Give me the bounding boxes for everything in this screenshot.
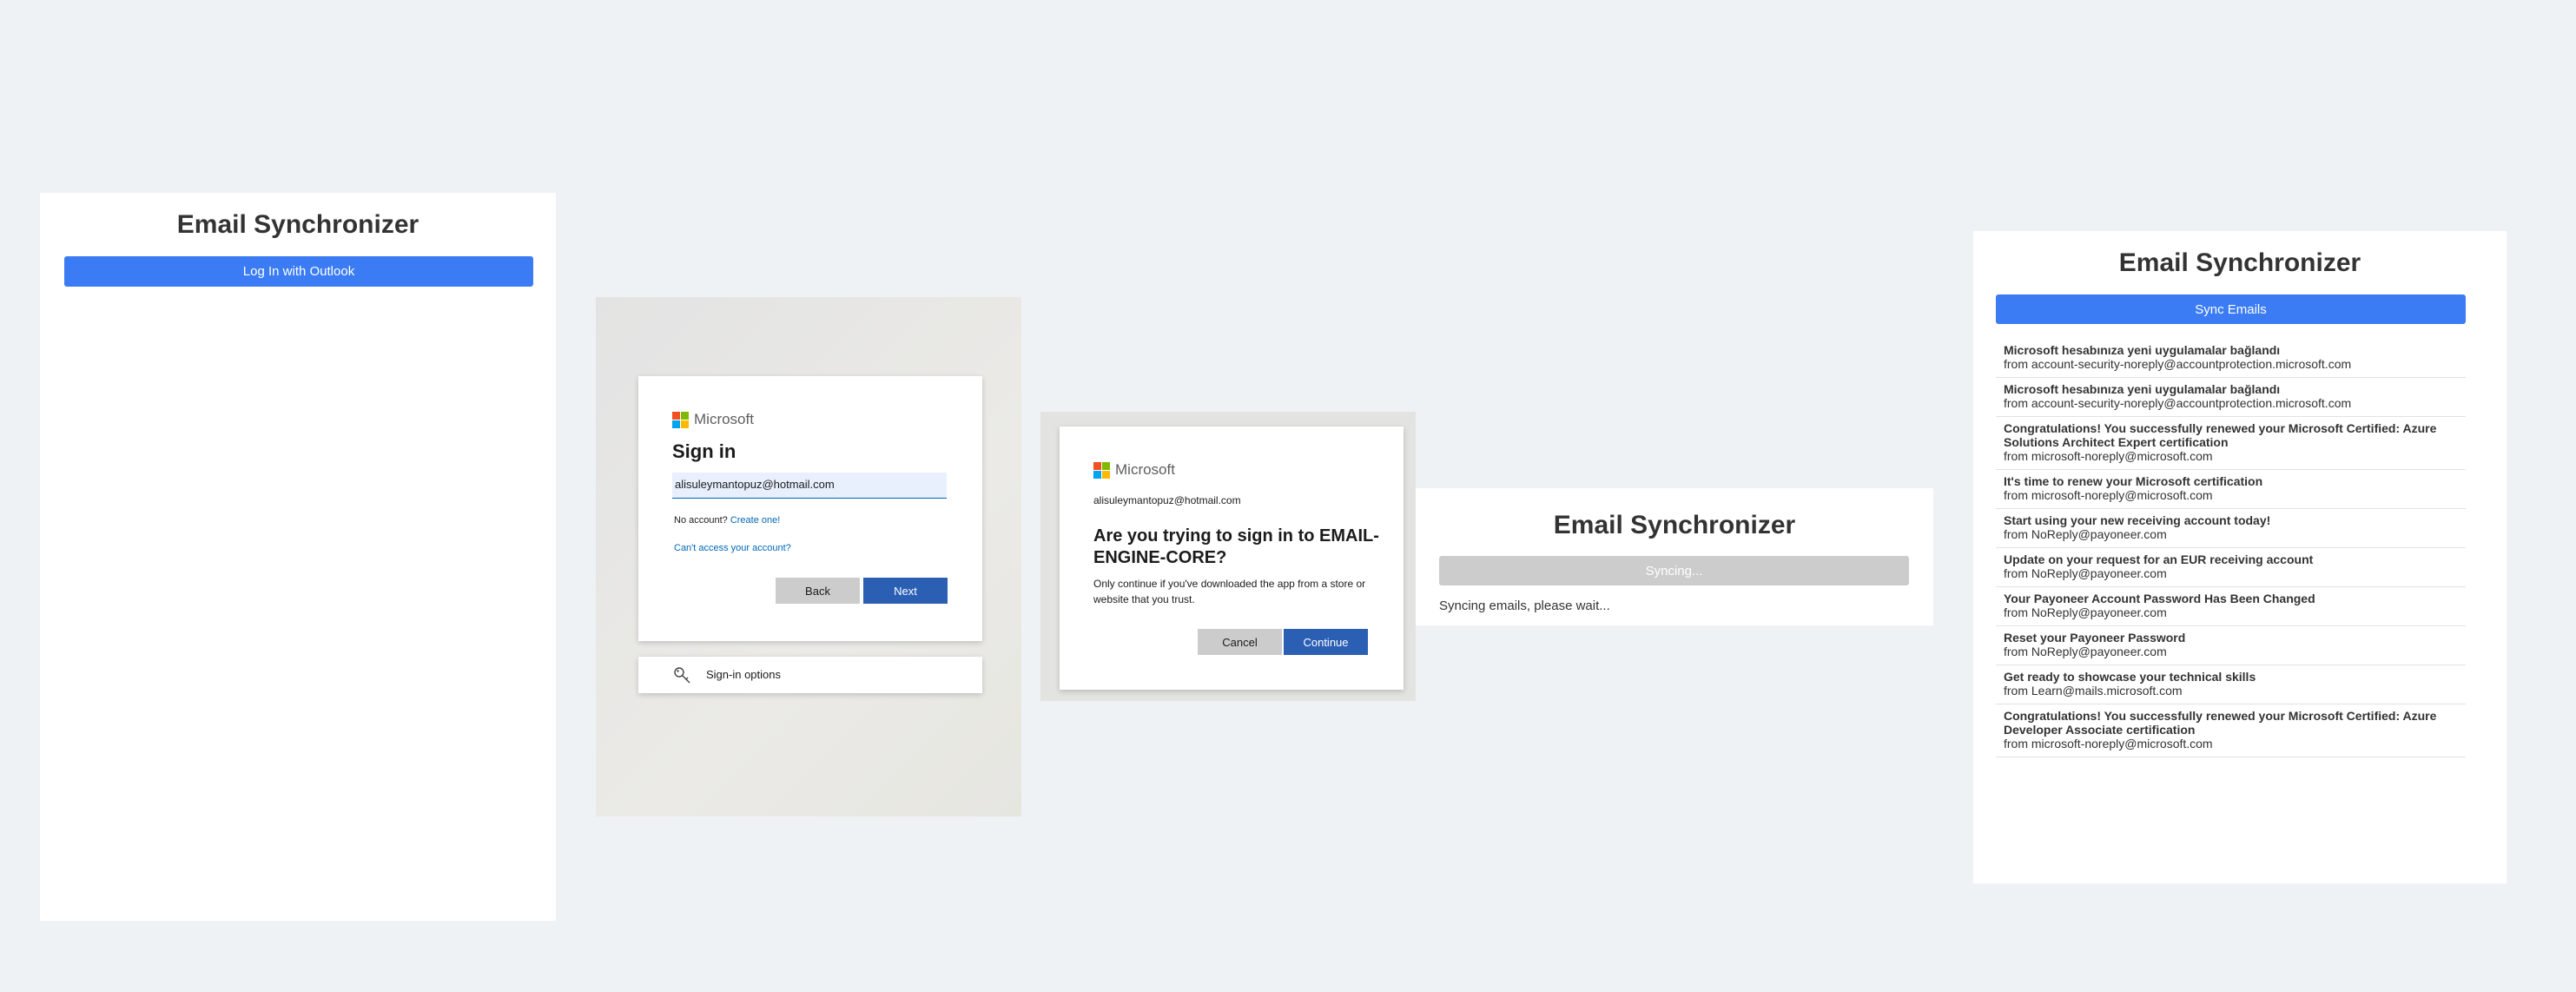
email-sender: from NoReply@payoneer.com <box>2004 527 2167 541</box>
syncing-button: Syncing... <box>1439 556 1909 585</box>
email-sender: from account-security-noreply@accountpro… <box>2004 396 2352 410</box>
email-subject: Microsoft hesabınıza yeni uygulamalar ba… <box>2004 382 2281 396</box>
login-outlook-button[interactable]: Log In with Outlook <box>64 256 533 287</box>
app-title: Email Synchronizer <box>2118 248 2361 277</box>
email-sender: from microsoft-noreply@microsoft.com <box>2004 737 2213 751</box>
email-item: Your Payoneer Account Password Has Been … <box>1996 587 2466 626</box>
no-account-text: No account? Create one! <box>674 515 780 526</box>
consent-card: Microsoft alisuleymantopuz@hotmail.com A… <box>1060 427 1404 690</box>
app-title: Email Synchronizer <box>176 210 419 239</box>
back-button[interactable]: Back <box>776 578 860 604</box>
microsoft-logo: Microsoft <box>1093 461 1175 479</box>
cant-access-link[interactable]: Can't access your account? <box>674 543 791 553</box>
next-button[interactable]: Next <box>863 578 948 604</box>
email-item: Update on your request for an EUR receiv… <box>1996 548 2466 587</box>
key-icon <box>674 667 690 684</box>
email-field[interactable]: alisuleymantopuz@hotmail.com <box>672 473 947 499</box>
email-subject: Congratulations! You successfully renewe… <box>2004 709 2437 737</box>
email-sender: from Learn@mails.microsoft.com <box>2004 684 2183 698</box>
sync-emails-button[interactable]: Sync Emails <box>1996 294 2466 324</box>
create-account-link[interactable]: Create one! <box>730 515 780 526</box>
email-sender: from NoReply@payoneer.com <box>2004 645 2167 658</box>
sync-status-text: Syncing emails, please wait... <box>1439 599 1610 613</box>
email-item: Microsoft hesabınıza yeni uygulamalar ba… <box>1996 378 2466 417</box>
email-item: Congratulations! You successfully renewe… <box>1996 704 2466 757</box>
email-sender: from NoReply@payoneer.com <box>2004 566 2167 580</box>
email-subject: Your Payoneer Account Password Has Been … <box>2004 592 2315 605</box>
email-item: Get ready to showcase your technical ski… <box>1996 665 2466 704</box>
signin-card: Microsoft Sign in alisuleymantopuz@hotma… <box>638 376 982 641</box>
email-subject: Microsoft hesabınıza yeni uygulamalar ba… <box>2004 343 2281 357</box>
signin-title: Sign in <box>672 440 736 462</box>
microsoft-logo-icon <box>672 411 689 428</box>
microsoft-logo: Microsoft <box>672 411 754 428</box>
emails-panel: Email Synchronizer Sync Emails Microsoft… <box>1973 231 2507 883</box>
signin-options-label: Sign-in options <box>706 668 781 681</box>
syncing-panel: Email Synchronizer Syncing... Syncing em… <box>1416 488 1933 625</box>
email-sender: from account-security-noreply@accountpro… <box>2004 357 2352 371</box>
email-item: Congratulations! You successfully renewe… <box>1996 417 2466 470</box>
email-subject: Start using your new receiving account t… <box>2004 513 2271 527</box>
email-subject: Congratulations! You successfully renewe… <box>2004 421 2437 449</box>
microsoft-brand-text: Microsoft <box>694 411 754 427</box>
account-email: alisuleymantopuz@hotmail.com <box>1093 494 1241 506</box>
email-subject: It's time to renew your Microsoft certif… <box>2004 474 2263 488</box>
email-sender: from microsoft-noreply@microsoft.com <box>2004 449 2213 463</box>
microsoft-signin-page: Microsoft Sign in alisuleymantopuz@hotma… <box>596 297 1021 817</box>
continue-button[interactable]: Continue <box>1284 629 1368 655</box>
email-sender: from NoReply@payoneer.com <box>2004 605 2167 619</box>
consent-question: Are you trying to sign in to EMAIL-ENGIN… <box>1093 526 1379 567</box>
login-panel: Email Synchronizer Log In with Outlook <box>40 193 556 921</box>
microsoft-brand-text: Microsoft <box>1115 461 1175 478</box>
email-item: It's time to renew your Microsoft certif… <box>1996 470 2466 509</box>
microsoft-logo-icon <box>1093 461 1110 479</box>
signin-options-button[interactable]: Sign-in options <box>638 657 982 693</box>
no-account-label: No account? <box>674 515 728 526</box>
cancel-button[interactable]: Cancel <box>1198 629 1282 655</box>
email-subject: Reset your Payoneer Password <box>2004 631 2186 645</box>
email-subject: Get ready to showcase your technical ski… <box>2004 670 2256 684</box>
consent-page: Microsoft alisuleymantopuz@hotmail.com A… <box>1040 412 1416 701</box>
consent-description: Only continue if you've downloaded the a… <box>1093 578 1366 605</box>
app-title: Email Synchronizer <box>1553 511 1796 539</box>
email-sender: from microsoft-noreply@microsoft.com <box>2004 488 2213 502</box>
email-subject: Update on your request for an EUR receiv… <box>2004 552 2314 566</box>
email-item: Microsoft hesabınıza yeni uygulamalar ba… <box>1996 339 2466 378</box>
email-item: Start using your new receiving account t… <box>1996 509 2466 548</box>
email-item: Reset your Payoneer Password from NoReply… <box>1996 626 2466 665</box>
email-list: Microsoft hesabınıza yeni uygulamalar ba… <box>1996 339 2466 757</box>
